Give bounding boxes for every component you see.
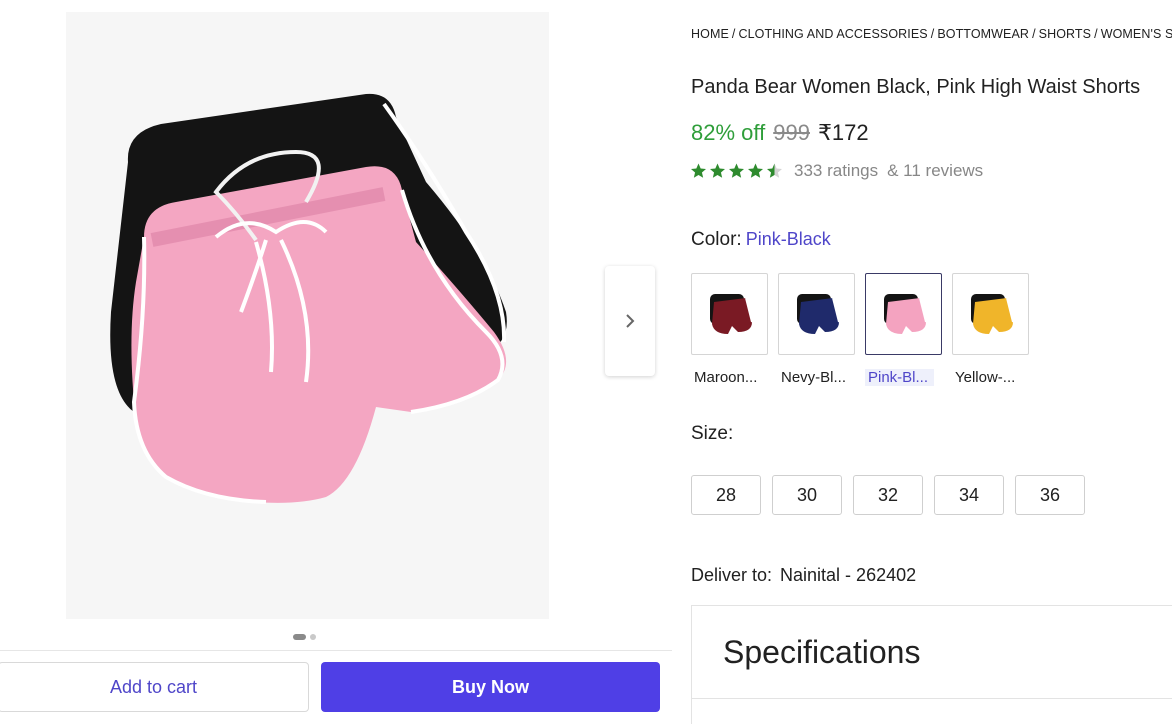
next-image-button[interactable] xyxy=(605,266,655,376)
size-option[interactable]: 32 xyxy=(853,475,923,515)
buy-now-button[interactable]: Buy Now xyxy=(321,662,660,712)
star-icon xyxy=(729,163,744,178)
breadcrumb-item[interactable]: SHORTS xyxy=(1039,27,1091,41)
swatch-thumb xyxy=(952,273,1029,355)
delivery-row[interactable]: Deliver to: Nainital - 262402 xyxy=(691,565,916,586)
color-label: Color: xyxy=(691,229,742,250)
product-image[interactable] xyxy=(66,12,549,619)
breadcrumb: HOME / CLOTHING AND ACCESSORIES / BOTTOMWEAR… xyxy=(691,27,1172,41)
gallery-dots xyxy=(293,634,316,640)
selected-color: Pink-Black xyxy=(745,229,831,249)
size-option[interactable]: 34 xyxy=(934,475,1004,515)
mrp-price: 999 xyxy=(773,120,810,145)
gallery-dot[interactable] xyxy=(310,634,316,640)
swatch-shorts-image xyxy=(883,294,927,334)
size-option[interactable]: 36 xyxy=(1015,475,1085,515)
star-icon xyxy=(748,163,763,178)
swatch-thumb xyxy=(691,273,768,355)
discount-text: 82% off xyxy=(691,120,766,145)
color-option-navy[interactable]: Nevy-Bl... xyxy=(778,273,855,387)
ratings-count: 333 ratings xyxy=(794,161,879,180)
star-rating xyxy=(689,162,784,180)
swatch-shorts-image xyxy=(970,294,1014,334)
chevron-right-icon xyxy=(626,314,635,328)
swatch-shorts-image xyxy=(709,294,753,334)
specifications-heading: Specifications xyxy=(723,634,921,670)
swatch-thumb xyxy=(865,273,942,355)
action-bar: Add to cart Buy Now xyxy=(0,650,672,725)
swatch-name: Pink-Bl... xyxy=(865,369,935,386)
sale-price: ₹172 xyxy=(817,120,869,145)
color-option-maroon[interactable]: Maroon... xyxy=(691,273,768,387)
swatch-name: Maroon... xyxy=(694,369,758,386)
rating-row[interactable]: 333 ratings & 11 reviews xyxy=(689,161,983,181)
breadcrumb-item[interactable]: WOMEN'S SHORTS xyxy=(1101,27,1172,41)
swatch-shorts-image xyxy=(796,294,840,334)
shorts-image xyxy=(110,93,507,504)
swatch-name: Nevy-Bl... xyxy=(781,369,847,386)
swatch-name: Yellow-... xyxy=(955,369,1016,386)
delivery-location: Nainital - 262402 xyxy=(780,565,917,585)
price-row: 82% off 999 ₹172 xyxy=(691,120,869,146)
swatch-thumb xyxy=(778,273,855,355)
size-options: 28 30 32 34 36 xyxy=(691,475,1085,515)
breadcrumb-item[interactable]: HOME xyxy=(691,27,729,41)
size-label: Size: xyxy=(691,423,734,444)
gallery-dot-active[interactable] xyxy=(293,634,306,640)
reviews-count: & 11 reviews xyxy=(887,161,984,180)
star-icon xyxy=(710,163,725,178)
breadcrumb-item[interactable]: CLOTHING AND ACCESSORIES xyxy=(738,27,927,41)
color-option-pink[interactable]: Pink-Bl... xyxy=(865,273,942,387)
color-swatches: Maroon... Nevy-Bl... Pink-Bl... Yellow-.… xyxy=(691,273,1029,387)
star-icon xyxy=(767,163,782,178)
breadcrumb-item[interactable]: BOTTOMWEAR xyxy=(937,27,1029,41)
add-to-cart-button[interactable]: Add to cart xyxy=(0,662,309,712)
color-label-row: Color: Pink-Black xyxy=(691,229,831,251)
color-option-yellow[interactable]: Yellow-... xyxy=(952,273,1029,387)
star-icon xyxy=(691,163,706,178)
divider xyxy=(692,698,1172,699)
product-title: Panda Bear Women Black, Pink High Waist … xyxy=(691,76,1141,98)
size-option[interactable]: 28 xyxy=(691,475,761,515)
size-option[interactable]: 30 xyxy=(772,475,842,515)
specifications-section[interactable]: Specifications xyxy=(691,605,1172,724)
delivery-label: Deliver to: xyxy=(691,565,773,585)
